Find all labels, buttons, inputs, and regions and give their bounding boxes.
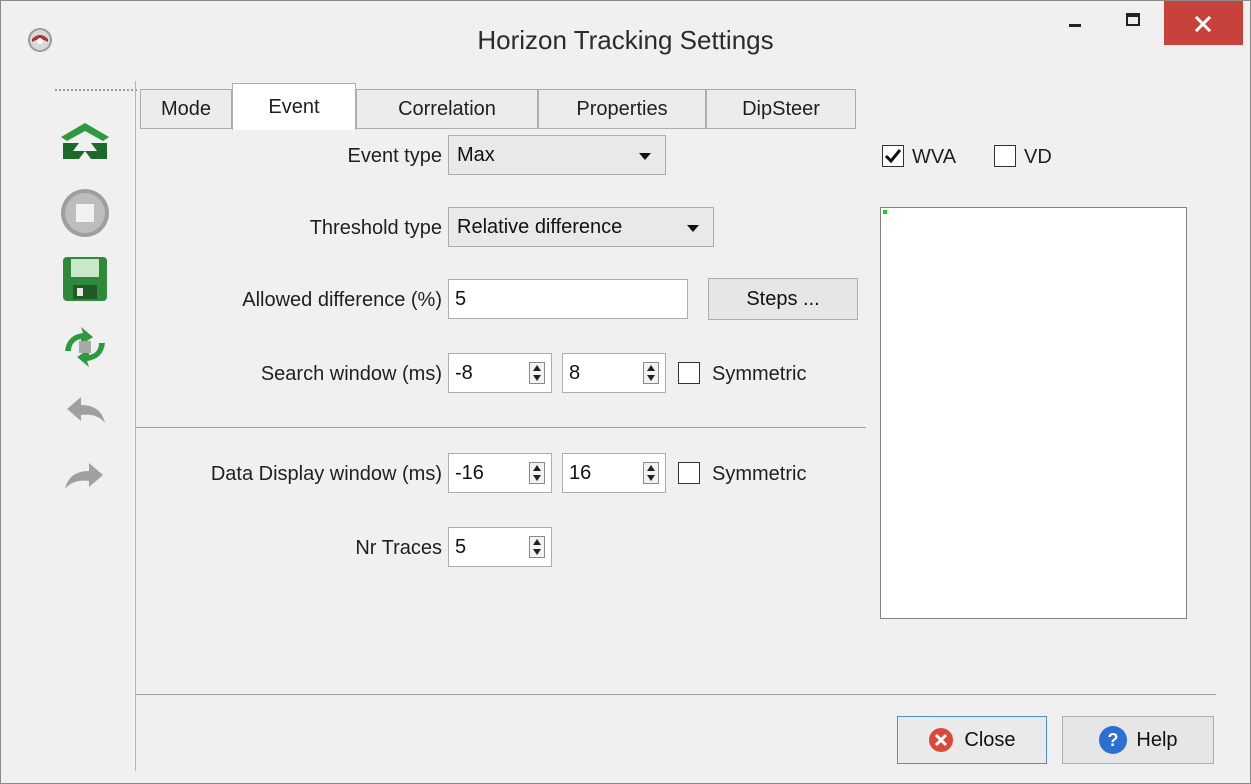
minimize-icon xyxy=(1069,24,1081,27)
help-button[interactable]: ? Help xyxy=(1062,716,1214,764)
left-toolbar xyxy=(13,81,137,765)
event-type-label: Event type xyxy=(347,145,442,167)
tab-mode[interactable]: Mode xyxy=(140,89,232,129)
spinner-arrows-icon[interactable] xyxy=(529,462,545,484)
undo-icon xyxy=(67,397,105,423)
threshold-type-label: Threshold type xyxy=(309,217,442,239)
close-x-icon xyxy=(1194,15,1212,33)
undo-button[interactable] xyxy=(59,387,111,439)
stop-button[interactable] xyxy=(59,187,111,239)
close-circle-icon xyxy=(929,728,954,752)
retrack-icon xyxy=(65,327,105,367)
data-display-start-spinner[interactable]: -16 xyxy=(448,453,552,493)
spinner-arrows-icon[interactable] xyxy=(643,462,659,484)
help-button-label: Help xyxy=(1136,728,1178,751)
preview-marker xyxy=(883,210,887,214)
vd-checkbox[interactable] xyxy=(994,145,1016,167)
wva-label: WVA xyxy=(912,146,957,168)
search-window-end-spinner[interactable]: 8 xyxy=(562,353,666,393)
section-separator xyxy=(136,427,866,428)
maximize-button[interactable] xyxy=(1103,1,1163,45)
redo-icon xyxy=(65,463,103,489)
search-window-start-spinner[interactable]: -8 xyxy=(448,353,552,393)
search-window-end-value: 8 xyxy=(569,362,581,384)
vd-label: VD xyxy=(1024,146,1052,168)
close-button[interactable]: Close xyxy=(897,716,1047,764)
footer-separator xyxy=(136,694,1216,695)
tab-dipsteer[interactable]: DipSteer xyxy=(706,89,856,129)
help-icon: ? xyxy=(1099,726,1128,754)
tab-correlation[interactable]: Correlation xyxy=(356,89,538,129)
minimize-button[interactable] xyxy=(1043,1,1103,45)
track-horizon-button[interactable] xyxy=(59,121,111,173)
maximize-icon xyxy=(1126,13,1140,26)
allowed-difference-label: Allowed difference (%) xyxy=(242,289,442,311)
settings-panel: Mode Event Correlation Properties DipSte… xyxy=(135,81,1216,771)
retrack-button[interactable] xyxy=(59,321,111,373)
data-display-window-label: Data Display window (ms) xyxy=(210,463,442,485)
chevron-down-icon xyxy=(639,153,651,160)
save-button[interactable] xyxy=(59,253,111,305)
search-window-label: Search window (ms) xyxy=(260,363,442,385)
spinner-arrows-icon[interactable] xyxy=(529,362,545,384)
search-symmetric-checkbox[interactable] xyxy=(678,362,700,384)
threshold-type-dropdown[interactable]: Relative difference xyxy=(448,207,714,247)
svg-text:?: ? xyxy=(1108,730,1119,750)
seismic-preview-panel xyxy=(880,207,1187,619)
window-close-button[interactable] xyxy=(1164,1,1243,45)
nr-traces-label: Nr Traces xyxy=(355,537,442,559)
chevron-down-icon xyxy=(687,225,699,232)
close-button-label: Close xyxy=(964,728,1016,751)
data-display-end-spinner[interactable]: 16 xyxy=(562,453,666,493)
save-icon xyxy=(63,257,107,301)
data-display-end-value: 16 xyxy=(569,462,592,484)
track-horizon-icon xyxy=(61,123,109,159)
checkmark-icon xyxy=(884,149,902,164)
steps-button[interactable]: Steps ... xyxy=(708,278,858,320)
redo-button[interactable] xyxy=(59,453,111,505)
search-window-start-value: -8 xyxy=(455,362,473,384)
tab-properties[interactable]: Properties xyxy=(538,89,706,129)
nr-traces-value: 5 xyxy=(455,536,467,558)
toolbar-grip[interactable] xyxy=(55,89,137,93)
wva-checkbox[interactable] xyxy=(882,145,904,167)
search-symmetric-label: Symmetric xyxy=(712,363,807,385)
dialog-window: Horizon Tracking Settings Mode Event Cor… xyxy=(0,0,1251,784)
allowed-difference-input[interactable]: 5 xyxy=(448,279,688,319)
tab-event[interactable]: Event xyxy=(232,83,356,130)
data-display-start-value: -16 xyxy=(455,462,484,484)
event-type-value: Max xyxy=(457,143,495,166)
nr-traces-spinner[interactable]: 5 xyxy=(448,527,552,567)
display-symmetric-checkbox[interactable] xyxy=(678,462,700,484)
title-bar[interactable]: Horizon Tracking Settings xyxy=(1,1,1250,81)
spinner-arrows-icon[interactable] xyxy=(529,536,545,558)
event-type-dropdown[interactable]: Max xyxy=(448,135,666,175)
display-symmetric-label: Symmetric xyxy=(712,463,807,485)
spinner-arrows-icon[interactable] xyxy=(643,362,659,384)
threshold-type-value: Relative difference xyxy=(457,215,623,238)
stop-icon xyxy=(61,189,109,237)
